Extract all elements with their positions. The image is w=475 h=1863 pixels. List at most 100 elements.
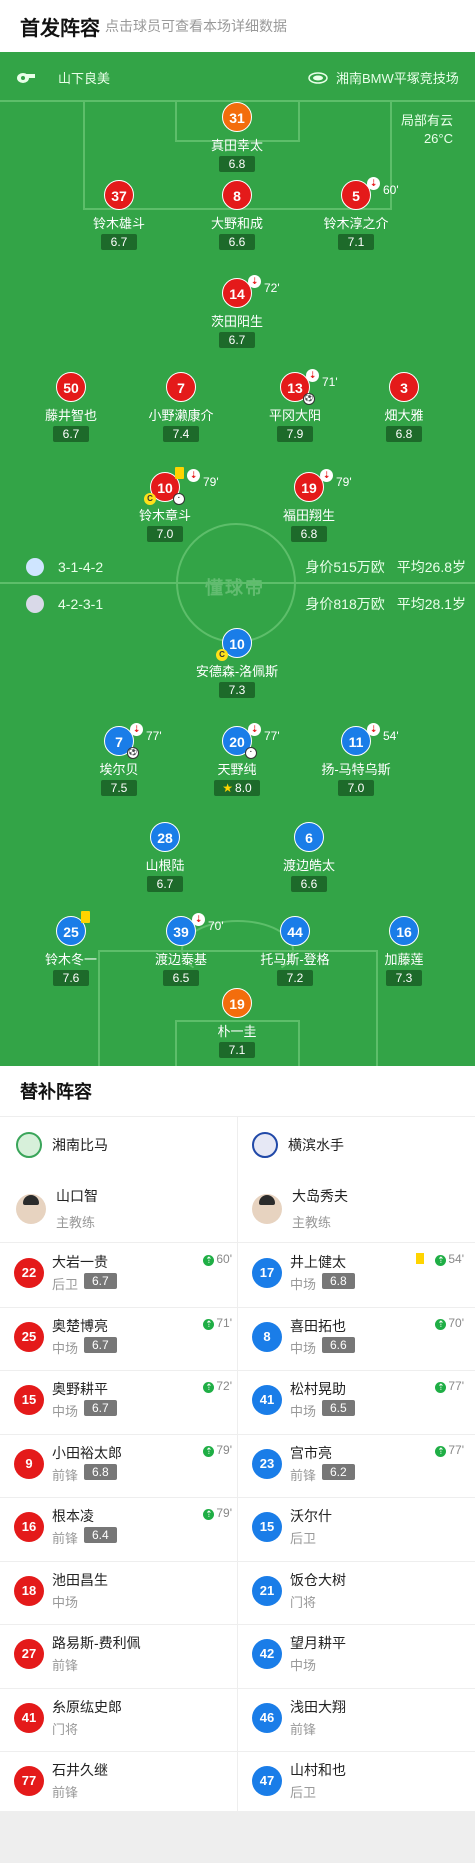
jersey-number-badge: 25 — [56, 911, 90, 946]
home-avg-age: 平均26.8岁 — [396, 559, 466, 575]
player-name: 池田昌生 — [52, 1571, 108, 1588]
player-home-3[interactable]: 3 畑大雅 6.8 — [349, 372, 459, 443]
player-away-39[interactable]: 39 ⇣ 70' 渡边泰基 6.5 — [126, 913, 236, 987]
bench-player-away-15[interactable]: 15 沃尔什 后卫 — [252, 1498, 464, 1558]
assist-icon: · — [245, 747, 257, 759]
jersey-number-badge: 50 — [56, 372, 86, 402]
captain-icon: C — [216, 649, 228, 661]
substitution-out-icon: ⇣ — [367, 177, 380, 190]
jersey-number-badge: 10 ⇣ 79' C · — [144, 467, 219, 505]
player-away-16[interactable]: 16 加藤莲 7.3 — [349, 916, 459, 987]
player-name: 畑大雅 — [384, 408, 424, 423]
bench-player-home-16[interactable]: 16 根本凌前锋 6.4 79' — [14, 1498, 232, 1558]
bench-player-away-21[interactable]: 21 饭仓大树 门将 — [252, 1562, 464, 1622]
player-home-13[interactable]: 13 ⇣ 71' ⚽ 平冈大阳 7.9 — [240, 369, 350, 443]
player-name: 真田幸太 — [210, 138, 263, 153]
jersey-number-badge: 17 — [252, 1258, 282, 1288]
jersey-number: 7 — [115, 734, 123, 750]
player-away-44[interactable]: 44 托马斯-登格 7.2 — [240, 916, 350, 987]
player-home-8[interactable]: 8 大野和成 6.6 — [182, 180, 292, 251]
bench-player-home-15[interactable]: 15 奥野耕平中场 6.7 72' — [14, 1371, 232, 1431]
jersey-number-badge: 39 ⇣ 70' — [166, 913, 224, 946]
player-rating: 6.2 — [322, 1463, 355, 1480]
player-away-11[interactable]: 11 ⇣ 54' 扬-马特乌斯 7.0 — [301, 723, 411, 797]
jersey-number: 39 — [173, 924, 189, 940]
player-home-19[interactable]: 19 ⇣ 79' 福田翔生 6.8 — [254, 469, 364, 543]
bench-player-home-9[interactable]: 9 小田裕太郎前锋 6.8 79' — [14, 1435, 232, 1495]
player-home-14[interactable]: 14 ⇣ 72' 茨田阳生 6.7 — [182, 275, 292, 349]
player-home-50[interactable]: 50 藤井智也 6.7 — [16, 372, 126, 443]
jersey-number-badge: 15 — [252, 1512, 282, 1542]
lineup-hint: 点击球员可查看本场详细数据 — [105, 18, 287, 34]
player-rating: 7.2 — [277, 970, 313, 986]
player-name: 宫市亮 — [290, 1444, 332, 1461]
substitution-out-icon: ⇣ — [248, 275, 261, 288]
yellow-card-icon — [175, 467, 184, 479]
away-avg-age: 平均28.1岁 — [396, 596, 466, 612]
bench-player-away-23[interactable]: 23 宫市亮前锋 6.2 77' — [252, 1435, 464, 1495]
player-away-6[interactable]: 6 渡边皓太 6.6 — [254, 822, 364, 893]
player-name: 铃木淳之介 — [323, 216, 389, 231]
jersey-number: 10 — [229, 636, 245, 652]
player-name: 路易斯-费利佩 — [52, 1635, 141, 1651]
jersey-number-badge: 13 ⇣ 71' ⚽ — [280, 369, 338, 405]
player-away-7[interactable]: 7 ⇣ 77' ⚽ 埃尔贝 7.5 — [64, 723, 174, 797]
bench-player-home-22[interactable]: 22 大岩一贵后卫 6.7 60' — [14, 1244, 232, 1304]
player-away-19[interactable]: 19 朴一圭 7.1 — [182, 988, 292, 1059]
substitution-minute: 72' — [264, 281, 280, 295]
player-name: 饭仓大树 — [290, 1571, 346, 1588]
bench-player-away-47[interactable]: 47 山村和也 后卫 — [252, 1752, 464, 1812]
captain-icon: C — [144, 493, 156, 505]
player-position: 门将 — [52, 1721, 79, 1737]
bench-player-away-42[interactable]: 42 望月耕平 中场 — [252, 1625, 464, 1685]
home-bench-team[interactable]: 湘南比马 — [16, 1132, 108, 1158]
away-coach[interactable]: 大岛秀夫 主教练 — [252, 1186, 348, 1231]
jersey-number-badge: 25 — [14, 1321, 44, 1352]
home-formation: 3-1-4-2 — [58, 559, 104, 575]
bench-player-away-8[interactable]: 8 喜田拓也中场 6.6 70' — [252, 1308, 464, 1368]
column-divider — [237, 1116, 238, 1816]
player-name: 埃尔贝 — [99, 762, 139, 777]
bench-title: 替补阵容 — [20, 1082, 92, 1102]
player-away-28[interactable]: 28 山根陆 6.7 — [110, 822, 220, 893]
bench-player-home-27[interactable]: 27 路易斯-费利佩 前锋 — [14, 1625, 232, 1685]
player-name: 山村和也 — [290, 1762, 346, 1778]
jersey-number: 19 — [301, 480, 317, 496]
watermark-logo: 懂球帝 — [205, 578, 265, 598]
bench-player-home-77[interactable]: 77 石井久继 前锋 — [14, 1752, 232, 1812]
player-name: 根本凌 — [52, 1508, 94, 1524]
home-coach[interactable]: 山口智 主教练 — [16, 1186, 98, 1231]
bench-player-away-17[interactable]: 17 井上健太中场 6.8 54' — [252, 1244, 464, 1304]
bench-player-home-18[interactable]: 18 池田昌生 中场 — [14, 1562, 232, 1622]
player-position: 中场 — [52, 1594, 79, 1610]
jersey-number-badge: 15 — [14, 1385, 44, 1415]
player-position: 后卫 — [52, 1277, 79, 1292]
player-home-5[interactable]: 5 ⇣ 60' 铃木淳之介 7.1 — [301, 177, 411, 251]
away-bench-team[interactable]: 横滨水手 — [252, 1132, 344, 1158]
player-home-10[interactable]: 10 ⇣ 79' C · 铃木章斗 7.0 — [110, 467, 220, 543]
jersey-number-badge: 46 — [252, 1702, 282, 1733]
substitution-in-minute: 60' — [203, 1252, 232, 1266]
away-team-name: 横滨水手 — [288, 1137, 344, 1153]
bench-player-home-25[interactable]: 25 奥楚博亮中场 6.7 71' — [14, 1308, 232, 1368]
player-position: 中场 — [290, 1404, 317, 1419]
player-away-25[interactable]: 25 铃木冬一 7.6 — [16, 911, 126, 987]
player-home-37[interactable]: 37 铃木雄斗 6.7 — [64, 180, 174, 251]
bench-player-away-46[interactable]: 46 浅田大翔 前锋 — [252, 1689, 464, 1749]
bench-player-home-41[interactable]: 41 糸原纮史郎 门将 — [14, 1689, 232, 1749]
stadium-icon — [308, 71, 328, 84]
player-name: 浅田大翔 — [290, 1698, 346, 1715]
player-home-31[interactable]: 31 真田幸太 6.8 — [182, 102, 292, 173]
weather-info: 局部有云 26°C — [401, 112, 453, 148]
player-away-10[interactable]: 10 C 安德森-洛佩斯 7.3 — [182, 628, 292, 699]
yellow-card-icon — [81, 911, 90, 923]
substitution-minute: 79' — [203, 475, 219, 489]
substitution-out-icon: ⇣ — [367, 723, 380, 736]
player-name: 奥楚博亮 — [52, 1317, 108, 1334]
substitution-minute: 79' — [336, 475, 352, 489]
coach-role: 主教练 — [56, 1215, 96, 1230]
jersey-number-badge: 11 ⇣ 54' — [341, 723, 399, 756]
player-home-7[interactable]: 7 小野濑康介 7.4 — [126, 372, 236, 443]
bench-player-away-41[interactable]: 41 松村晃助中场 6.5 77' — [252, 1371, 464, 1431]
player-away-20[interactable]: 20 ⇣ 77' · 天野纯 8.0 — [182, 723, 292, 797]
